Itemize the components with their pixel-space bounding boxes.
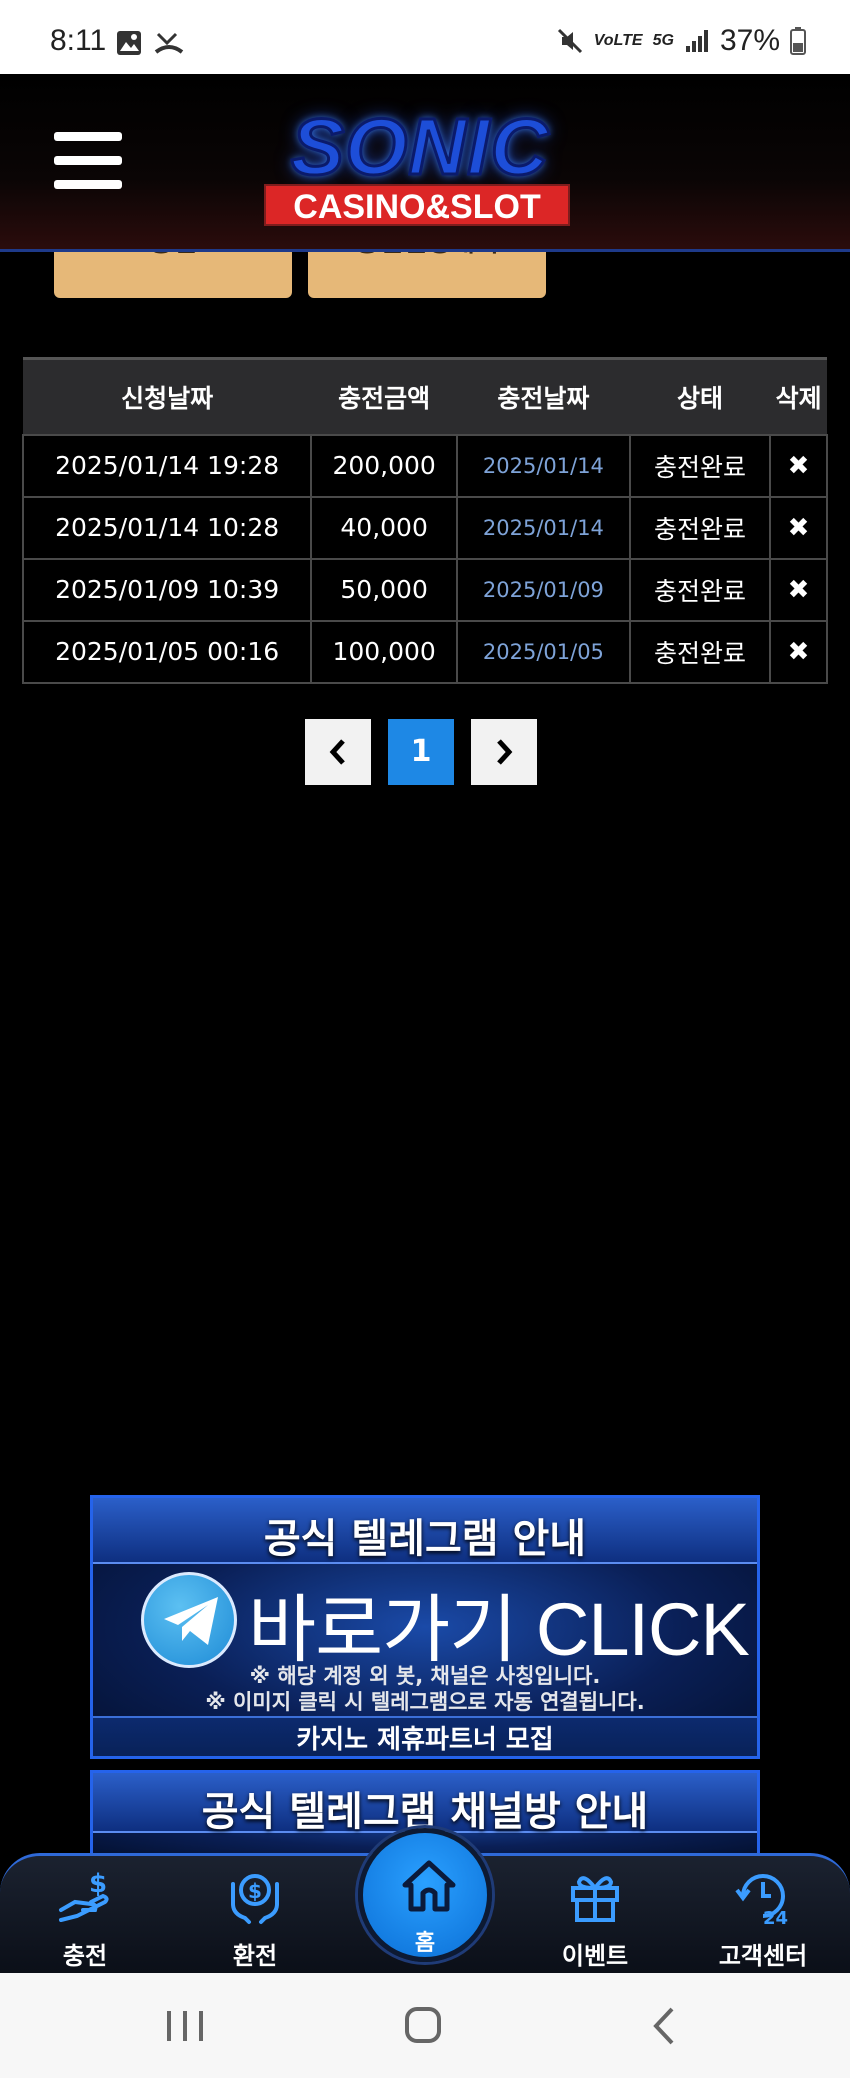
network-type: 5G <box>652 32 674 49</box>
chevron-right-icon <box>497 739 513 765</box>
status-bar: 8:11 VoLTE 5G 37% <box>0 0 850 74</box>
table-row: 2025/01/14 19:28 200,000 2025/01/14 충전완료… <box>21 433 828 498</box>
svg-text:$: $ <box>89 1869 107 1899</box>
header-status: 상태 <box>629 357 771 435</box>
table-row: 2025/01/14 10:28 40,000 2025/01/14 충전완료 … <box>21 495 828 560</box>
gallery-icon <box>117 31 141 55</box>
cell-amount: 40,000 <box>310 495 459 560</box>
cell-status: 충전완료 <box>628 433 772 498</box>
page-button-1[interactable]: 1 <box>388 719 454 785</box>
prev-page-button[interactable] <box>305 719 371 785</box>
logo-main-text: SONIC <box>289 102 550 191</box>
logo-sub-text: CASINO&SLOT <box>264 184 570 226</box>
cell-request-date: 2025/01/09 10:39 <box>21 557 313 622</box>
cell-status: 충전완료 <box>628 495 772 560</box>
next-page-button[interactable] <box>471 719 537 785</box>
cell-charge-date: 2025/01/09 <box>456 557 631 622</box>
cell-amount: 100,000 <box>310 619 459 684</box>
battery-icon <box>790 27 806 55</box>
delete-icon[interactable]: ✖ <box>769 433 828 498</box>
status-time: 8:11 <box>50 24 107 57</box>
cell-request-date: 2025/01/14 10:28 <box>21 495 313 560</box>
header-amount: 충전금액 <box>311 357 458 435</box>
exchange-icon: $ <box>231 1874 279 1924</box>
gift-icon <box>571 1876 619 1922</box>
header: SONIC CASINO&SLOT <box>0 74 850 252</box>
cell-charge-date: 2025/01/14 <box>456 495 631 560</box>
nav-home-label: 홈 <box>414 1931 436 1956</box>
telegram-guide-banner[interactable]: 공식 텔레그램 안내 바로가기 CLICK ※ 해당 계정 외 봇, 채널은 사… <box>90 1495 760 1759</box>
cell-amount: 200,000 <box>310 433 459 498</box>
table-row: 2025/01/05 00:16 100,000 2025/01/05 충전완료… <box>21 619 828 684</box>
status-left-icons <box>116 30 184 56</box>
cell-request-date: 2025/01/05 00:16 <box>21 619 313 684</box>
support-24-icon: 24 <box>735 1874 788 1929</box>
delete-icon[interactable]: ✖ <box>769 495 828 560</box>
header-charge-date: 충전날짜 <box>457 357 630 435</box>
back-icon[interactable] <box>636 2003 696 2049</box>
nav-support-label: 고객센터 <box>718 1942 808 1970</box>
signal-icon <box>685 30 708 52</box>
banner-title: 공식 텔레그램 안내 <box>263 1516 587 1562</box>
svg-text:$: $ <box>248 1879 262 1903</box>
volte-icon: VoLTE <box>593 32 643 49</box>
charge-history-table: 신청날짜 충전금액 충전날짜 상태 삭제 2025/01/14 19:28 20… <box>21 357 828 684</box>
nav-exchange[interactable]: $ 환전 <box>190 1866 320 1971</box>
chevron-left-icon <box>329 739 345 765</box>
nav-event-label: 이벤트 <box>561 1942 629 1970</box>
battery-percent: 37% <box>719 24 780 57</box>
cell-amount: 50,000 <box>310 557 459 622</box>
cell-charge-date: 2025/01/05 <box>456 619 631 684</box>
mute-icon <box>557 28 582 54</box>
status-right-icons: VoLTE 5G 37% <box>556 24 806 58</box>
delete-icon[interactable]: ✖ <box>769 557 828 622</box>
cell-request-date: 2025/01/14 19:28 <box>21 433 313 498</box>
table-row: 2025/01/09 10:39 50,000 2025/01/09 충전완료 … <box>21 557 828 622</box>
nav-support[interactable]: 24 고객센터 <box>698 1866 828 1971</box>
header-delete: 삭제 <box>770 357 827 435</box>
nav-charge[interactable]: $ 충전 <box>20 1866 150 1971</box>
delete-icon[interactable]: ✖ <box>769 619 828 684</box>
charge-icon: $ <box>59 1869 109 1922</box>
menu-icon[interactable] <box>54 132 122 192</box>
home-icon <box>402 1860 456 1912</box>
nav-home[interactable]: 홈 <box>358 1828 492 1962</box>
cell-status: 충전완료 <box>628 619 772 684</box>
nav-exchange-label: 환전 <box>232 1942 278 1970</box>
telegram-icon <box>141 1572 237 1668</box>
header-request-date: 신청날짜 <box>23 357 312 435</box>
banner-footer: 카지노 제휴파트너 모집 <box>93 1716 757 1756</box>
nav-event[interactable]: 이벤트 <box>530 1866 660 1971</box>
missed-call-icon <box>154 32 184 54</box>
cell-charge-date: 2025/01/14 <box>456 433 631 498</box>
home-nav-icon[interactable] <box>393 2003 453 2049</box>
nav-charge-label: 충전 <box>62 1942 108 1970</box>
logo[interactable]: SONIC CASINO&SLOT <box>240 102 600 234</box>
svg-text:24: 24 <box>763 1908 788 1926</box>
table-header-row: 신청날짜 충전금액 충전날짜 상태 삭제 <box>23 357 827 435</box>
banner-note-2: ※ 이미지 클릭 시 텔레그램으로 자동 연결됩니다. <box>205 1690 645 1714</box>
android-nav-bar <box>0 1973 850 2078</box>
recents-icon[interactable] <box>155 2003 215 2049</box>
cell-status: 충전완료 <box>628 557 772 622</box>
pagination: 1 <box>305 719 537 785</box>
